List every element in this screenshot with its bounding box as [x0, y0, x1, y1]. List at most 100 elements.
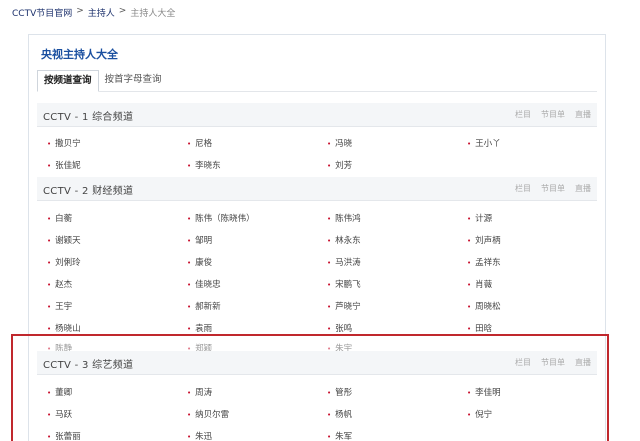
host-link[interactable]: • 袁雨 — [187, 322, 212, 334]
host-link[interactable]: • 佳晓忠 — [187, 278, 221, 290]
link-live[interactable]: 直播 — [575, 109, 591, 120]
host-link[interactable]: • 张蕾丽 — [47, 430, 81, 441]
bullet-icon: • — [47, 237, 52, 245]
bullet-icon: • — [187, 303, 192, 311]
host-row: • 王宇 • 郝新新 • 芦晓宁 • 周晓松 — [47, 300, 607, 318]
bullet-icon: • — [187, 433, 192, 441]
host-row: • 刘俐玲 • 康俊 • 马洪涛 • 孟祥东 — [47, 256, 607, 274]
host-link[interactable]: • 纳贝尔雷 — [187, 408, 229, 420]
bullet-icon: • — [47, 411, 52, 419]
host-link[interactable]: • 陈伟（陈晓伟） — [187, 212, 255, 224]
host-link[interactable]: • 杨晓山 — [47, 322, 81, 334]
host-link[interactable]: • 林永东 — [327, 234, 361, 246]
bullet-icon: • — [467, 303, 472, 311]
host-link[interactable]: • 周涛 — [187, 386, 212, 398]
host-row: • 董卿 • 周涛 • 管彤 • 李佳明 — [47, 386, 607, 404]
bullet-icon: • — [47, 162, 52, 170]
host-link[interactable]: • 撒贝宁 — [47, 137, 81, 149]
tab-by-initial[interactable]: 按首字母查询 — [99, 70, 168, 92]
host-link[interactable]: • 田晗 — [467, 322, 492, 334]
host-row: • 谢颖天 • 邹明 • 林永东 • 刘声柄 — [47, 234, 607, 252]
host-link[interactable]: • 王宇 — [47, 300, 72, 312]
host-link[interactable]: • 孟祥东 — [467, 256, 501, 268]
host-link[interactable]: • 张鸣 — [327, 322, 352, 334]
bullet-icon: • — [47, 215, 52, 223]
host-link[interactable]: • 刘俐玲 — [47, 256, 81, 268]
bullet-icon: • — [327, 162, 332, 170]
section-header-cctv2: CCTV - 2 财经频道 栏目 节目单 直播 — [37, 177, 597, 201]
host-link[interactable]: • 肖薇 — [467, 278, 492, 290]
host-link[interactable]: • 朱军 — [327, 430, 352, 441]
bullet-icon: • — [187, 140, 192, 148]
bullet-icon: • — [47, 389, 52, 397]
host-link[interactable]: • 李晓东 — [187, 159, 221, 171]
link-live[interactable]: 直播 — [575, 357, 591, 368]
host-link[interactable]: • 尼格 — [187, 137, 212, 149]
link-schedule[interactable]: 节目单 — [541, 183, 565, 194]
bullet-icon: • — [327, 259, 332, 267]
bullet-icon: • — [187, 389, 192, 397]
bullet-icon: • — [327, 411, 332, 419]
host-link[interactable]: • 马洪涛 — [327, 256, 361, 268]
host-link[interactable]: • 陈伟鸿 — [327, 212, 361, 224]
breadcrumb-item-home[interactable]: CCTV节目官网 — [12, 6, 72, 19]
link-schedule[interactable]: 节目单 — [541, 357, 565, 368]
bullet-icon: • — [187, 411, 192, 419]
host-link[interactable]: • 计源 — [467, 212, 492, 224]
bullet-icon: • — [327, 215, 332, 223]
host-link[interactable]: • 刘声柄 — [467, 234, 501, 246]
bullet-icon: • — [47, 433, 52, 441]
section-links: 栏目 节目单 直播 — [515, 183, 591, 194]
bullet-icon: • — [467, 325, 472, 333]
host-link[interactable]: • 董卿 — [47, 386, 72, 398]
host-link[interactable]: • 倪宁 — [467, 408, 492, 420]
host-link[interactable]: • 刘芳 — [327, 159, 352, 171]
bullet-icon: • — [467, 389, 472, 397]
bullet-icon: • — [187, 281, 192, 289]
bullet-icon: • — [47, 140, 52, 148]
bullet-icon: • — [187, 325, 192, 333]
bullet-icon: • — [47, 281, 52, 289]
bullet-icon: • — [187, 237, 192, 245]
bullet-icon: • — [47, 303, 52, 311]
host-link[interactable]: • 康俊 — [187, 256, 212, 268]
breadcrumb-item-current: 主持人大全 — [130, 9, 176, 19]
host-link[interactable]: • 管彤 — [327, 386, 352, 398]
host-row: • 张佳妮 • 李晓东 • 刘芳 — [47, 159, 607, 177]
bullet-icon: • — [47, 259, 52, 267]
tab-by-channel[interactable]: 按频道查询 — [37, 70, 99, 92]
host-link[interactable]: • 周晓松 — [467, 300, 501, 312]
bullet-icon: • — [327, 281, 332, 289]
breadcrumb-separator: > — [118, 6, 127, 16]
host-link[interactable]: • 赵杰 — [47, 278, 72, 290]
link-programs[interactable]: 栏目 — [515, 109, 531, 120]
host-link[interactable]: • 白蘅 — [47, 212, 72, 224]
host-link[interactable]: • 冯晓 — [327, 137, 352, 149]
host-link[interactable]: • 杨帆 — [327, 408, 352, 420]
link-programs[interactable]: 栏目 — [515, 357, 531, 368]
host-link[interactable]: • 张佳妮 — [47, 159, 81, 171]
breadcrumb-item-hosts[interactable]: 主持人 — [88, 6, 115, 19]
host-link[interactable]: • 朱迅 — [187, 430, 212, 441]
link-schedule[interactable]: 节目单 — [541, 109, 565, 120]
bullet-icon: • — [187, 215, 192, 223]
bullet-icon: • — [187, 259, 192, 267]
section-links: 栏目 节目单 直播 — [515, 357, 591, 368]
bullet-icon: • — [467, 281, 472, 289]
host-row: • 赵杰 • 佳晓忠 • 宋鹏飞 • 肖薇 — [47, 278, 607, 296]
host-link[interactable]: • 芦晓宁 — [327, 300, 361, 312]
page-title: 央视主持人大全 — [41, 48, 118, 61]
bullet-icon: • — [327, 389, 332, 397]
link-live[interactable]: 直播 — [575, 183, 591, 194]
host-link[interactable]: • 谢颖天 — [47, 234, 81, 246]
host-link[interactable]: • 李佳明 — [467, 386, 501, 398]
host-link[interactable]: • 宋鹏飞 — [327, 278, 361, 290]
host-link[interactable]: • 王小丫 — [467, 137, 501, 149]
host-link[interactable]: • 郝新新 — [187, 300, 221, 312]
bullet-icon: • — [327, 433, 332, 441]
section-header-cctv3: CCTV - 3 综艺频道 栏目 节目单 直播 — [37, 351, 597, 375]
host-link[interactable]: • 马跃 — [47, 408, 72, 420]
bullet-icon: • — [327, 140, 332, 148]
link-programs[interactable]: 栏目 — [515, 183, 531, 194]
host-link[interactable]: • 邹明 — [187, 234, 212, 246]
